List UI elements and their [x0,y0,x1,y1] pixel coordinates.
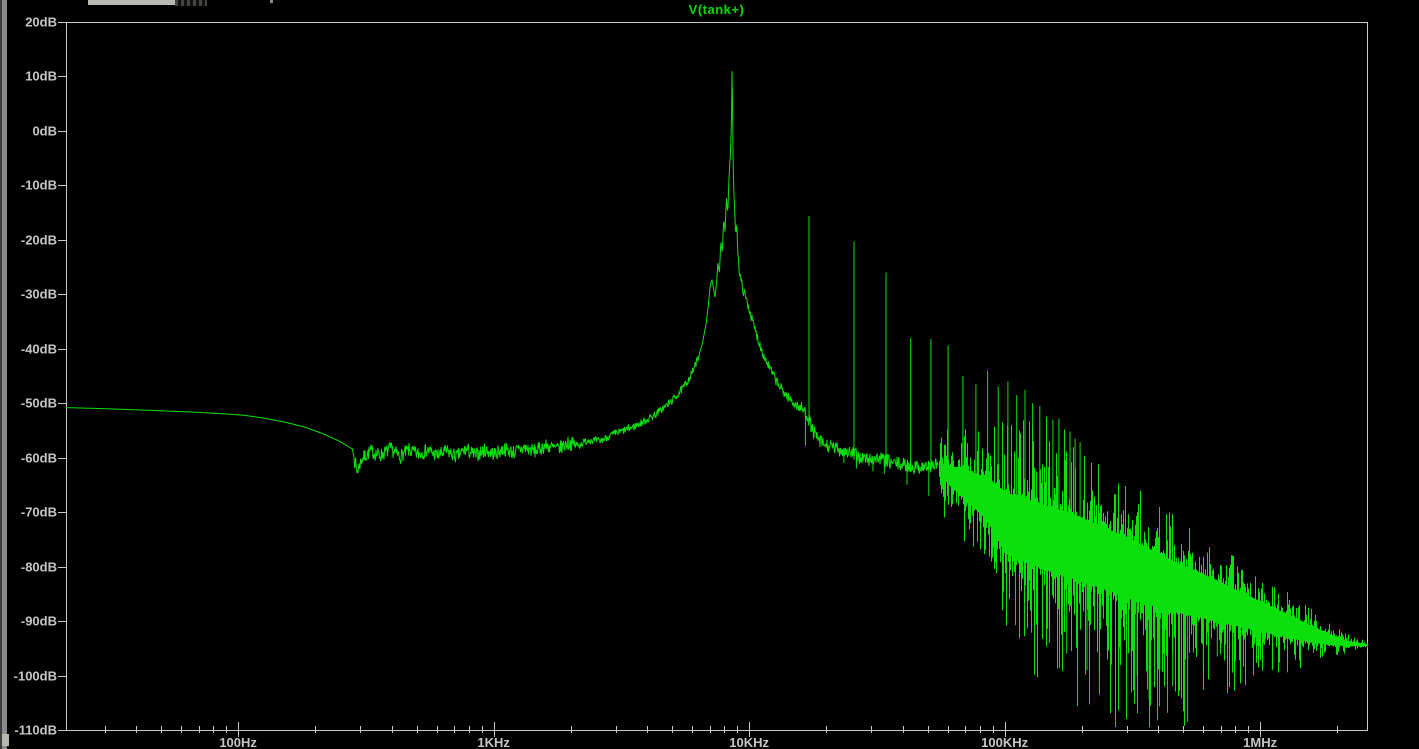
y-axis-label: -100dB [14,669,57,684]
ltspice-waveform-window: V(tank+) 20dB 10dB 0dB -10dB -20dB -30dB -40dB… [0,0,1419,749]
y-axis-label: -40dB [21,342,57,357]
y-axis-label: -20dB [21,233,57,248]
x-minor-ticks [105,726,1338,733]
y-axis-label: -70dB [21,505,57,520]
window-border-notch [2,734,9,746]
x-axis-label: 100KHz [981,735,1028,749]
y-axis-label: -30dB [21,287,57,302]
y-axis-ticks [58,22,66,731]
trace-label[interactable]: V(tank+) [66,2,1367,17]
y-axis-label: -110dB [14,723,57,738]
y-axis-label: -60dB [21,451,57,466]
y-axis-label: -10dB [21,178,57,193]
fft-noise-band [939,420,1368,728]
x-axis-label: 100Hz [219,735,257,749]
y-axis-label: 0dB [32,124,57,139]
y-axis-label: 10dB [25,69,57,84]
y-axis-label: -50dB [21,396,57,411]
fft-trace-path [66,71,939,476]
y-axis-label: 20dB [25,15,57,30]
x-axis-label: 1MHz [1243,735,1277,749]
x-axis-label: 10KHz [729,735,769,749]
y-axis-label: -80dB [21,560,57,575]
x-major-ticks [238,722,1261,737]
window-left-border [0,0,9,749]
y-axis-label: -90dB [21,614,57,629]
x-axis-label: 1KHz [477,735,510,749]
fft-plot-canvas[interactable]: 20dB 10dB 0dB -10dB -20dB -30dB -40dB -50dB -60d… [0,0,1419,749]
